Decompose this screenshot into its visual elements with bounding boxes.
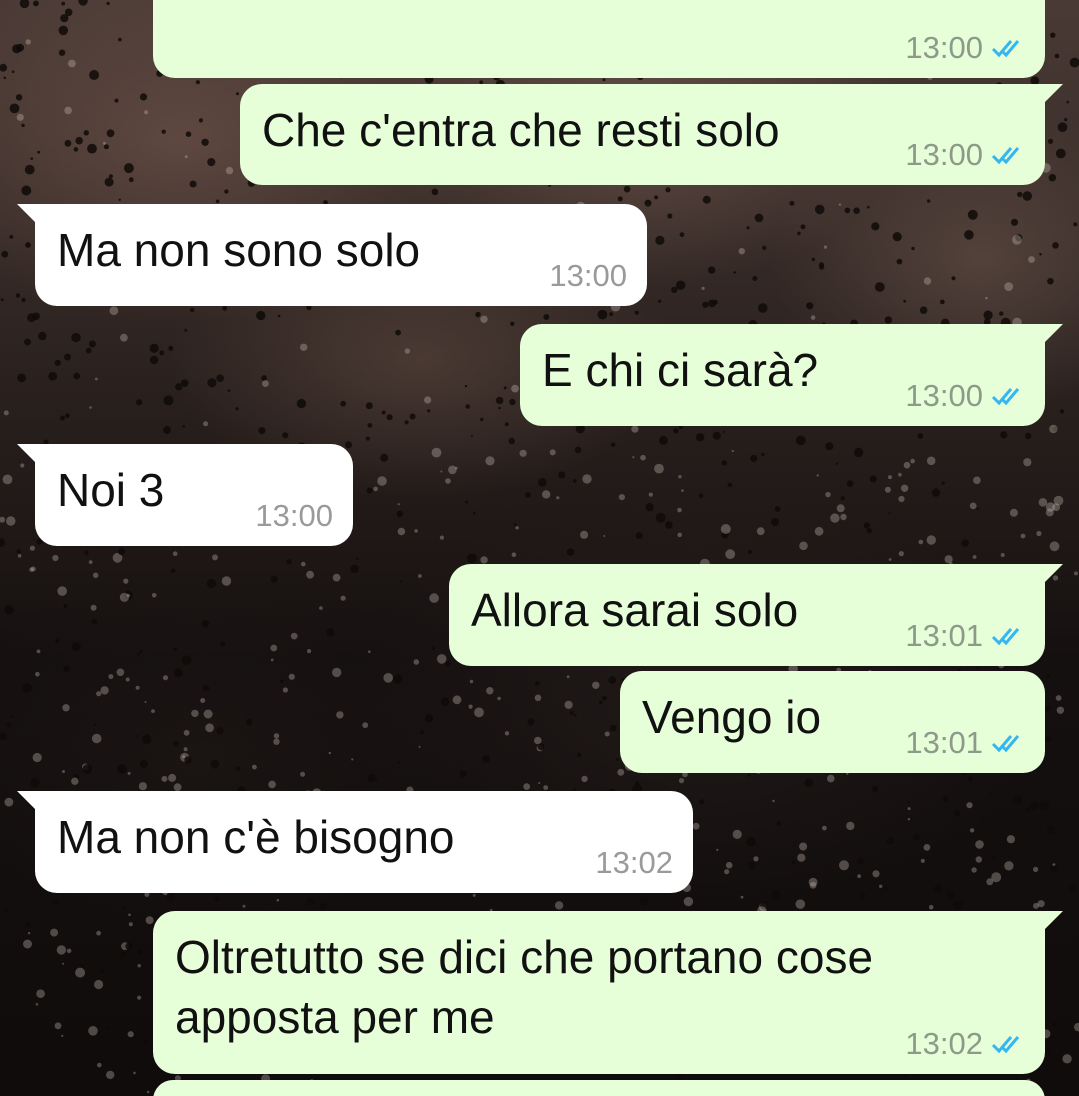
message-time: 13:01 [905,725,983,760]
double-check-icon [991,37,1025,59]
message-text: Ma non c'è bisogno [57,811,455,863]
message-text: Vengo io [642,691,822,743]
message-time: 13:00 [905,378,983,413]
message-time: 13:02 [905,1026,983,1061]
message-time: 13:00 [905,137,983,172]
message-meta: 13:00 [255,498,333,534]
message-meta: 13:00 [905,378,1025,414]
message-bubble-outgoing[interactable]: Vengo io 13:01 [620,671,1045,773]
message-bubble-outgoing[interactable]: 13:00 [153,0,1045,78]
message-bubble-outgoing[interactable]: Che c'entra che resti solo 13:00 [240,84,1063,185]
message-time: 13:00 [255,498,333,533]
message-time: 13:01 [905,618,983,653]
message-meta: 13:00 [905,30,1025,66]
message-text: Allora sarai solo [471,584,799,636]
message-bubble-outgoing[interactable] [153,1080,1045,1096]
message-bubble-incoming[interactable]: Ma non c'è bisogno 13:02 [17,791,693,893]
double-check-icon [991,625,1025,647]
message-meta: 13:01 [905,725,1025,761]
double-check-icon [991,732,1025,754]
double-check-icon [991,385,1025,407]
message-bubble-incoming[interactable]: Ma non sono solo 13:00 [17,204,647,306]
message-bubble-outgoing[interactable]: Oltretutto se dici che portano cose appo… [153,911,1063,1074]
message-meta: 13:00 [549,258,627,294]
double-check-icon [991,1033,1025,1055]
double-check-icon [991,144,1025,166]
message-meta: 13:00 [905,137,1025,173]
message-time: 13:00 [549,258,627,293]
message-bubble-incoming[interactable]: Noi 3 13:00 [17,444,353,546]
message-bubble-outgoing[interactable]: E chi ci sarà? 13:00 [520,324,1063,426]
message-text: E chi ci sarà? [542,344,819,396]
message-meta: 13:02 [595,845,673,881]
message-text: Oltretutto se dici che portano cose appo… [175,931,874,1043]
message-time: 13:02 [595,845,673,880]
message-text: Ma non sono solo [57,224,421,276]
message-meta: 13:02 [905,1026,1025,1062]
message-time: 13:00 [905,30,983,65]
message-meta: 13:01 [905,618,1025,654]
message-text: Noi 3 [57,464,165,516]
message-bubble-outgoing[interactable]: Allora sarai solo 13:01 [449,564,1063,666]
message-text: Che c'entra che resti solo [262,104,780,156]
